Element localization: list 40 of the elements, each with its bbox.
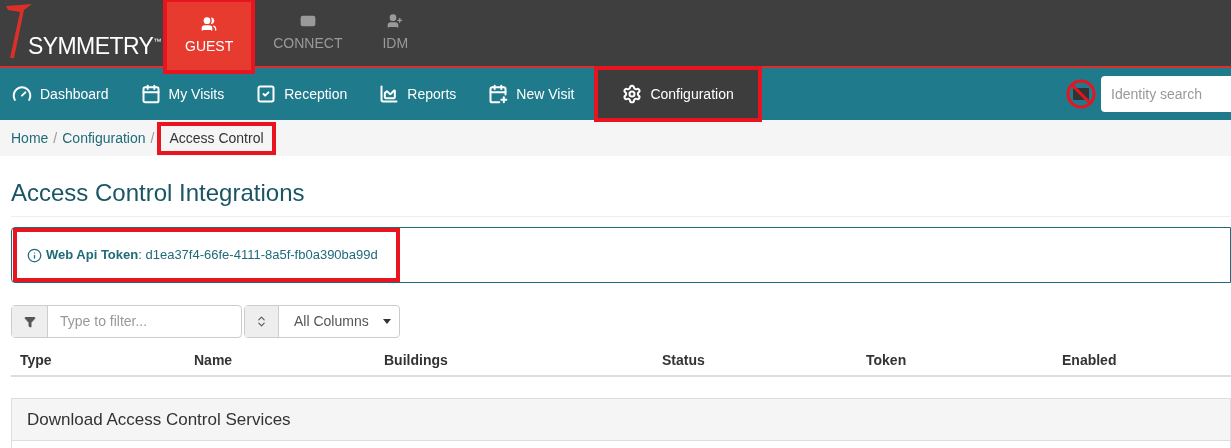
search-field[interactable]: Identity search (1101, 76, 1231, 112)
nav-tab[interactable]: Reports (369, 68, 467, 120)
filter-input-group[interactable]: Type to filter... (11, 305, 242, 338)
column-select[interactable]: All Columns (244, 305, 400, 338)
module-tab[interactable]: GUEST (165, 0, 254, 72)
page-title: Access Control Integrations (11, 175, 1231, 217)
logo-text: SYMMETRY (28, 35, 154, 58)
filter-icon (23, 315, 36, 328)
area-chart-icon (379, 84, 400, 104)
users-icon (201, 15, 218, 32)
caret-icon (383, 319, 391, 324)
checkbox-icon (256, 84, 277, 104)
breadcrumb-link[interactable]: Access Control (159, 123, 274, 153)
calendar-icon (140, 84, 161, 104)
column-header: Name (194, 351, 234, 370)
user-plus-icon (387, 12, 404, 29)
nav-tab[interactable]: Configuration (596, 68, 760, 120)
calendar-plus-icon (488, 84, 509, 104)
info-icon (27, 247, 42, 263)
column-header: Buildings (384, 351, 449, 370)
module-tab[interactable]: CONNECT (253, 0, 363, 66)
nav-tab[interactable]: New Visit (478, 68, 585, 120)
module-tab[interactable]: IDM (362, 0, 429, 66)
token-text: Web Api Token: d1ea37f4-66fe-4111-8a5f-fb0a390ba99d (46, 246, 378, 265)
trademark-mark: ™ (153, 36, 162, 46)
breadcrumb-link[interactable]: Home (11, 127, 49, 149)
settings-icon (622, 84, 643, 104)
column-header: Enabled (1062, 351, 1118, 370)
nav-tab[interactable]: Dashboard (2, 68, 119, 120)
filter-field[interactable]: Type to filter... (48, 306, 241, 337)
breadcrumb-separator: / (52, 128, 59, 148)
column-header: Token (866, 351, 908, 370)
no-card-icon[interactable] (1065, 78, 1097, 110)
gauge-icon (12, 84, 32, 104)
panel-title: Download Access Control Services (27, 408, 291, 431)
sort-icon (255, 315, 268, 328)
breadcrumb-separator: / (149, 128, 156, 148)
column-header: Status (662, 351, 706, 370)
column-header: Type (20, 351, 53, 370)
breadcrumb-link[interactable]: Configuration (62, 127, 146, 149)
